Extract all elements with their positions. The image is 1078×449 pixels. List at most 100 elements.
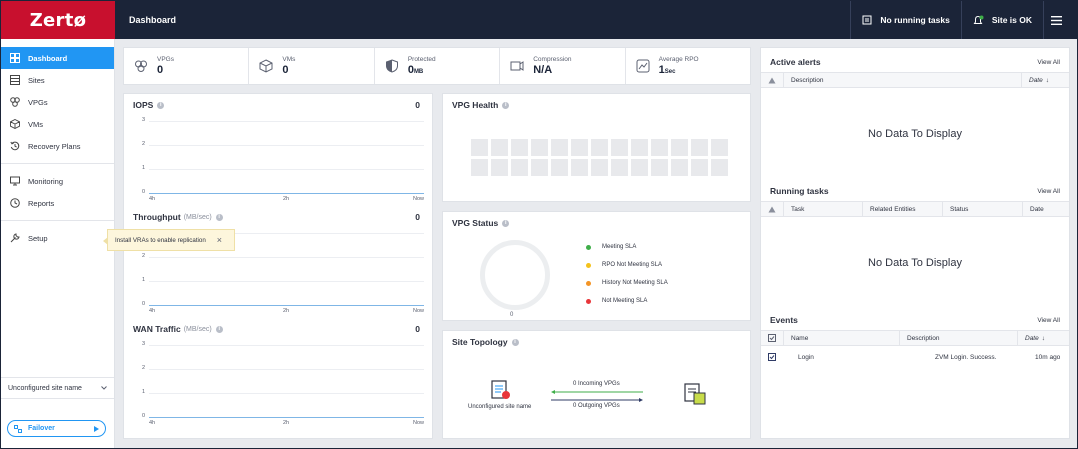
sidebar-item-label: Reports xyxy=(28,198,55,208)
stat-label: Compression xyxy=(533,56,572,63)
events-view-all-link[interactable]: View All xyxy=(1037,317,1060,324)
x-tick: 2h xyxy=(283,308,290,314)
site-selector[interactable]: Unconfigured site name xyxy=(1,377,114,399)
performance-card: IOPS i 0 3 2 1 0 4h 2h Now Throughput (MB/… xyxy=(123,93,433,439)
chart-baseline xyxy=(149,193,424,194)
page-title: Dashboard xyxy=(129,15,177,25)
site-topology-title: Site Topology i xyxy=(452,337,519,347)
running-tasks-button[interactable]: No running tasks xyxy=(850,1,960,39)
stat-protected[interactable]: Protected 0MB xyxy=(375,48,501,84)
y-tick: 0 xyxy=(142,413,146,419)
incoming-vpgs-label: 0 Incoming VPGs xyxy=(573,381,620,387)
table-row[interactable]: Login ZVM Login. Success. 10m ago xyxy=(761,348,1069,366)
column-header-date[interactable]: Date ↓ xyxy=(1021,73,1069,87)
gridline xyxy=(149,257,424,258)
health-cell xyxy=(631,159,648,176)
active-alerts-title: Active alerts xyxy=(770,57,821,67)
stat-vpgs[interactable]: VPGs 0 xyxy=(124,48,250,84)
throughput-title-text: Throughput xyxy=(133,212,181,222)
stat-label: Protected xyxy=(407,56,436,63)
zerto-logo[interactable]: Zertø xyxy=(1,1,115,39)
sidebar-item-sites[interactable]: Sites xyxy=(1,69,114,91)
y-tick: 0 xyxy=(142,189,146,195)
sidebar-item-recovery-plans[interactable]: Recovery Plans xyxy=(1,135,114,157)
column-header-name[interactable]: Name xyxy=(783,331,899,345)
gridline xyxy=(149,169,424,170)
column-header-date[interactable]: Date xyxy=(1022,202,1069,216)
site-status-button[interactable]: Site is OK xyxy=(960,1,1043,39)
y-tick: 1 xyxy=(142,165,146,171)
legend-label: RPO Not Meeting SLA xyxy=(602,262,663,268)
vms-icon xyxy=(10,119,20,129)
health-cell xyxy=(531,159,548,176)
info-icon[interactable]: i xyxy=(215,213,223,221)
legend-label: History Not Meeting SLA xyxy=(602,280,668,286)
close-icon[interactable]: × xyxy=(217,235,222,245)
sidebar-item-dashboard[interactable]: Dashboard xyxy=(1,47,114,69)
failover-button[interactable]: Failover xyxy=(7,420,106,437)
bell-icon xyxy=(973,15,984,24)
stat-compression[interactable]: Compression N/A xyxy=(500,48,626,84)
column-header-description[interactable]: Description xyxy=(783,73,1021,87)
sidebar-item-monitoring[interactable]: Monitoring xyxy=(1,170,114,192)
app-window: Zertø Dashboard No running tasks Site is… xyxy=(1,1,1077,448)
legend-dot xyxy=(586,280,591,286)
health-cell xyxy=(551,139,568,156)
sidebar-item-label: Dashboard xyxy=(28,53,68,63)
hamburger-menu-button[interactable] xyxy=(1043,1,1077,39)
stat-value: 0 xyxy=(282,64,289,76)
sidebar-item-reports[interactable]: Reports xyxy=(1,192,114,214)
health-cell xyxy=(691,159,708,176)
sort-arrow-icon: ↓ xyxy=(1045,76,1049,84)
tasks-view-all-link[interactable]: View All xyxy=(1037,188,1060,195)
column-header-date[interactable]: Date ↓ xyxy=(1017,331,1069,345)
stat-vms[interactable]: VMs 0 xyxy=(249,48,375,84)
gridline xyxy=(149,281,424,282)
vms-icon xyxy=(259,59,273,73)
remote-site-icon[interactable] xyxy=(683,382,707,406)
health-cell xyxy=(571,139,588,156)
events-title: Events xyxy=(770,315,798,325)
stat-average-rpo[interactable]: Average RPO 1Sec xyxy=(626,48,750,84)
throughput-value: 0 xyxy=(415,212,420,222)
health-cell xyxy=(571,159,588,176)
gridline xyxy=(149,345,424,346)
warning-icon xyxy=(761,202,783,216)
local-site-icon[interactable] xyxy=(490,379,512,401)
info-icon[interactable]: i xyxy=(215,325,223,333)
info-icon[interactable]: i xyxy=(502,219,510,227)
health-cell xyxy=(551,159,568,176)
sidebar-divider xyxy=(1,220,114,221)
stat-value: 0 xyxy=(157,64,164,76)
recovery-plans-icon xyxy=(10,141,20,151)
info-icon[interactable]: i xyxy=(511,338,519,346)
sidebar-item-setup[interactable]: Setup xyxy=(1,227,114,249)
stat-unit: Sec xyxy=(664,69,676,75)
health-cell xyxy=(471,159,488,176)
info-icon[interactable]: i xyxy=(157,101,165,109)
column-header-related-entities[interactable]: Related Entities xyxy=(862,202,942,216)
alerts-empty-state: No Data To Display xyxy=(868,128,962,140)
stat-value: N/A xyxy=(533,64,553,76)
x-tick: 4h xyxy=(149,420,156,426)
menu-icon xyxy=(1051,15,1062,25)
event-check-icon xyxy=(761,353,783,361)
replication-arrows xyxy=(551,390,643,402)
compression-icon xyxy=(510,61,524,71)
install-vras-tooltip: Install VRAs to enable replication × xyxy=(103,229,235,251)
play-arrow-icon xyxy=(94,425,99,432)
alerts-view-all-link[interactable]: View All xyxy=(1037,59,1060,66)
health-cell xyxy=(591,139,608,156)
y-tick: 2 xyxy=(142,141,146,147)
wan-traffic-chart: 3 2 1 0 4h 2h Now xyxy=(133,340,424,426)
vpg-status-card: VPG Status i 0 Meeting SLA RPO Not Meetin… xyxy=(442,211,751,321)
sidebar-item-vms[interactable]: VMs xyxy=(1,113,114,135)
info-icon[interactable]: i xyxy=(502,101,510,109)
column-header-task[interactable]: Task xyxy=(783,202,862,216)
x-tick: Now xyxy=(412,420,424,426)
sidebar-item-vpgs[interactable]: VPGs xyxy=(1,91,114,113)
alerts-tasks-events-panel: Active alerts View All Description Date ↓… xyxy=(760,47,1070,439)
column-header-status[interactable]: Status xyxy=(942,202,1022,216)
column-header-description[interactable]: Description xyxy=(899,331,1017,345)
alerts-table-header: Description Date ↓ xyxy=(761,72,1069,88)
